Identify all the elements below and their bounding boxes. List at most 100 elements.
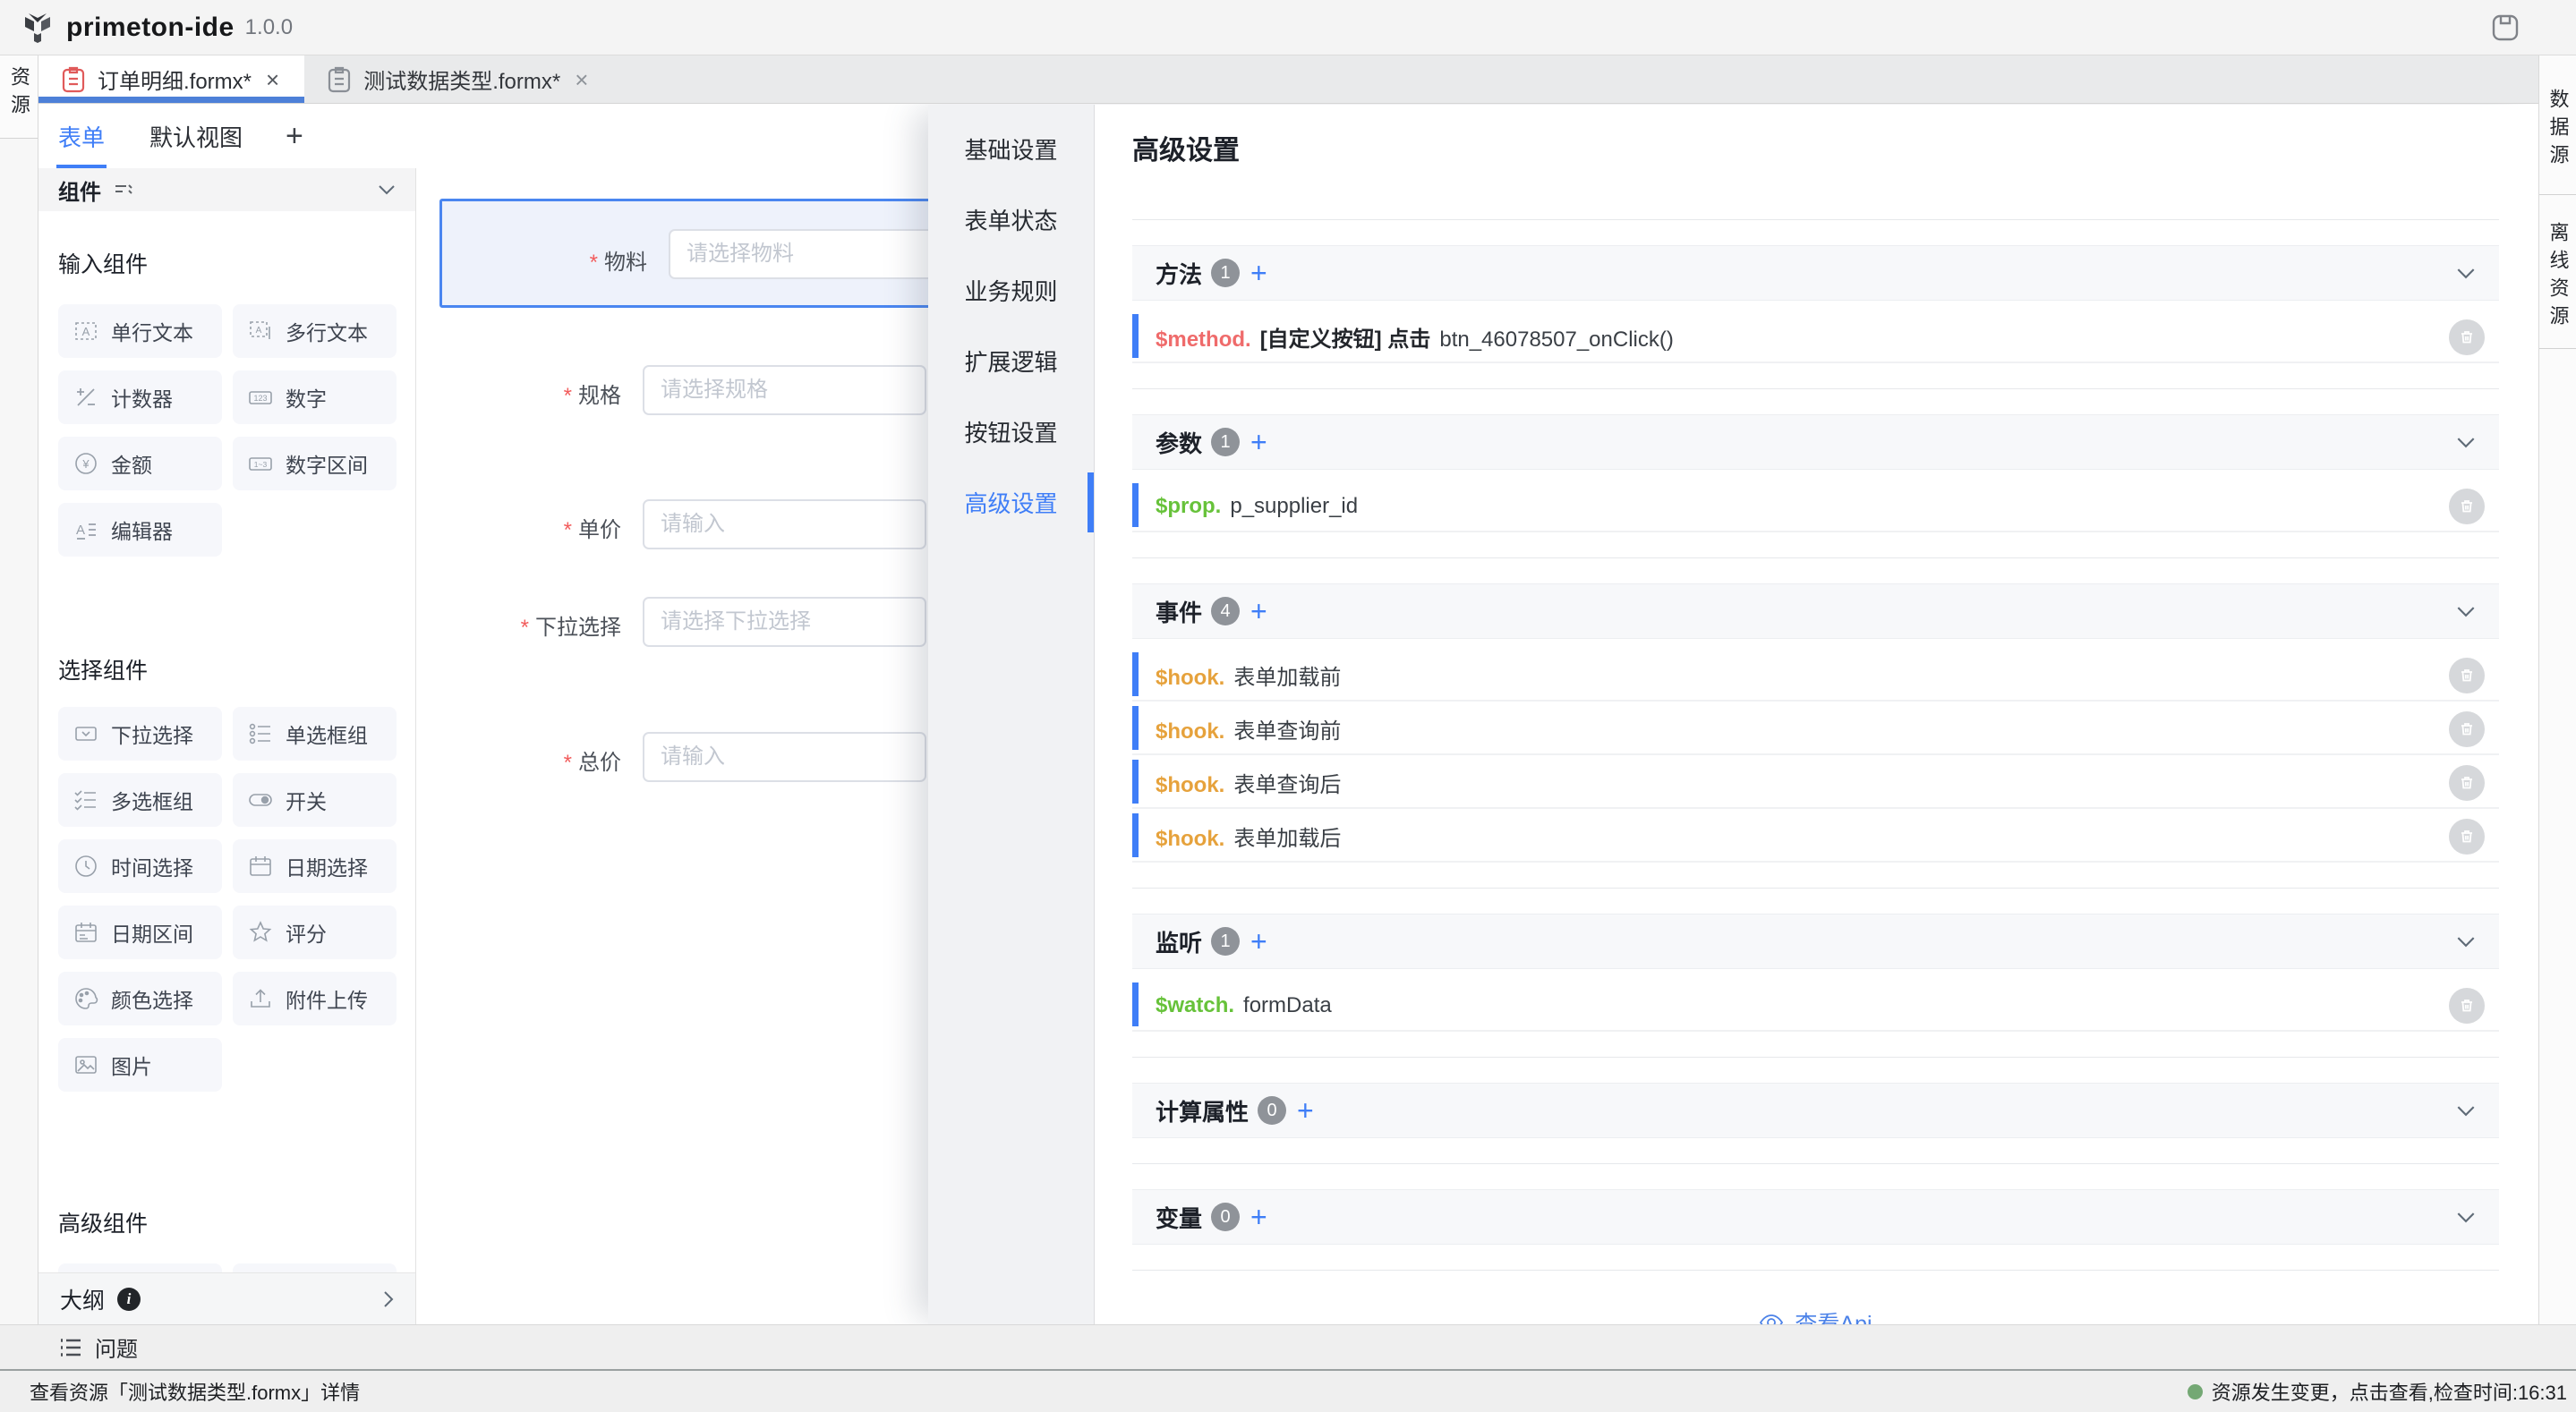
field-label: *总价	[416, 744, 621, 776]
delete-icon[interactable]	[2449, 819, 2485, 855]
component-item[interactable]: A 单行文本	[58, 304, 222, 358]
component-item[interactable]: 日期选择	[233, 839, 397, 893]
section-header-methods[interactable]: 方法 1 +	[1132, 245, 2499, 301]
save-layout-icon[interactable]	[2490, 13, 2521, 43]
menu-item-business-rules[interactable]: 业务规则	[928, 255, 1094, 326]
app-window: primeton-ide 1.0.0 资源	[0, 0, 2576, 1412]
delete-icon[interactable]	[2449, 765, 2485, 801]
offline-resources-rail-tab[interactable]: 离线资源	[2539, 195, 2576, 349]
close-tab-icon[interactable]: ×	[573, 68, 590, 91]
field-input-spec[interactable]	[643, 365, 926, 415]
status-left-text[interactable]: 查看资源「测试数据类型.formx」详情	[30, 1377, 360, 1406]
component-item[interactable]: 计数器	[58, 370, 222, 424]
tab-form[interactable]: 表单	[56, 104, 107, 169]
param-item[interactable]: $prop.p_supplier_id	[1132, 481, 2499, 532]
file-tab-test-datatypes[interactable]: 测试数据类型.formx* ×	[304, 55, 613, 103]
number-icon: 123	[247, 384, 274, 411]
field-input-dropdown[interactable]	[643, 597, 926, 647]
field-input-material[interactable]	[669, 229, 952, 279]
delete-icon[interactable]	[2449, 658, 2485, 693]
component-item[interactable]: ¥ 金额	[58, 437, 222, 490]
delete-icon[interactable]	[2449, 319, 2485, 355]
close-tab-icon[interactable]: ×	[264, 68, 281, 91]
editor-content: 表单 默认视图 + 组件	[38, 104, 2538, 1324]
component-item[interactable]: 评分	[233, 906, 397, 959]
resources-rail-tab[interactable]: 资源	[0, 55, 38, 139]
chevron-down-icon[interactable]	[2456, 606, 2476, 617]
tab-default-view[interactable]: 默认视图	[148, 104, 244, 169]
section-header-variables[interactable]: 变量 0 +	[1132, 1189, 2499, 1245]
component-item[interactable]: A 编辑器	[58, 503, 222, 557]
event-item[interactable]: $hook.表单加载后	[1132, 812, 2499, 863]
count-badge: 0	[1211, 1203, 1240, 1231]
method-item[interactable]: $method.[自定义按钮] 点击btn_46078507_onClick()	[1132, 312, 2499, 363]
settings-overlay: 基础设置 表单状态 业务规则 扩展逻辑 按钮设置 高级设置 高级设置 方法	[928, 105, 2538, 1324]
datasource-rail-tab[interactable]: 数据源	[2539, 55, 2576, 195]
chevron-down-icon[interactable]	[2456, 268, 2476, 279]
menu-item-advanced-settings[interactable]: 高级设置	[928, 467, 1094, 538]
group-title-input: 输入组件	[58, 247, 396, 279]
component-item[interactable]: 附件上传	[233, 972, 397, 1025]
component-item[interactable]: 单选框组	[233, 707, 397, 761]
watcher-item[interactable]: $watch.formData	[1132, 981, 2499, 1032]
date-range-icon	[73, 919, 99, 946]
add-watcher-icon[interactable]: +	[1250, 927, 1267, 956]
component-item[interactable]: 下拉选择	[58, 707, 222, 761]
add-variable-icon[interactable]: +	[1250, 1203, 1267, 1231]
components-panel-header[interactable]: 组件	[38, 168, 415, 211]
event-item[interactable]: $hook.表单加载前	[1132, 651, 2499, 702]
event-item[interactable]: $hook.表单查询后	[1132, 758, 2499, 809]
money-icon: ¥	[73, 450, 99, 477]
component-item[interactable]: A 多行文本	[233, 304, 397, 358]
menu-item-button-settings[interactable]: 按钮设置	[928, 396, 1094, 467]
chevron-down-icon[interactable]	[2456, 1212, 2476, 1223]
section-header-computed[interactable]: 计算属性 0 +	[1132, 1083, 2499, 1138]
chevron-down-icon[interactable]	[2456, 1105, 2476, 1117]
delete-icon[interactable]	[2449, 489, 2485, 524]
component-item-partial[interactable]	[58, 1263, 222, 1272]
component-item[interactable]: 多选框组	[58, 773, 222, 827]
number-range-icon: 1~3	[247, 450, 274, 477]
chevron-down-icon[interactable]	[2456, 936, 2476, 948]
required-asterisk: *	[521, 616, 529, 640]
component-item[interactable]: 颜色选择	[58, 972, 222, 1025]
section-header-params[interactable]: 参数 1 +	[1132, 414, 2499, 470]
component-item[interactable]: 123 数字	[233, 370, 397, 424]
menu-item-form-state[interactable]: 表单状态	[928, 184, 1094, 255]
delete-icon[interactable]	[2449, 988, 2485, 1024]
file-tab-order-detail[interactable]: 订单明细.formx* ×	[38, 55, 304, 103]
component-item[interactable]: 1~3 数字区间	[233, 437, 397, 490]
delete-icon[interactable]	[2449, 711, 2485, 747]
outline-toggle[interactable]: 大纲 i	[38, 1272, 415, 1324]
component-item[interactable]: 时间选择	[58, 839, 222, 893]
section-header-watchers[interactable]: 监听 1 +	[1132, 914, 2499, 969]
component-item[interactable]: 图片	[58, 1038, 222, 1092]
menu-item-extension-logic[interactable]: 扩展逻辑	[928, 326, 1094, 396]
add-param-icon[interactable]: +	[1250, 428, 1267, 456]
add-method-icon[interactable]: +	[1250, 259, 1267, 287]
field-input-total-price[interactable]	[643, 732, 926, 782]
problems-bar[interactable]: 问题	[0, 1324, 2576, 1369]
count-badge: 1	[1211, 927, 1240, 956]
field-input-unit-price[interactable]	[643, 499, 926, 549]
section-header-events[interactable]: 事件 4 +	[1132, 583, 2499, 639]
file-icon-red	[62, 66, 85, 93]
resource-change-status[interactable]: 资源发生变更，点击查看,检查时间:16:31	[2188, 1377, 2567, 1406]
add-view-icon[interactable]: +	[286, 119, 303, 154]
add-event-icon[interactable]: +	[1250, 597, 1267, 625]
count-badge: 1	[1211, 259, 1240, 287]
svg-text:A: A	[256, 326, 262, 336]
component-item-partial[interactable]	[233, 1263, 397, 1272]
chevron-down-icon[interactable]	[378, 184, 396, 195]
event-item[interactable]: $hook.表单查询前	[1132, 704, 2499, 755]
time-picker-icon	[73, 853, 99, 880]
selected-field-wrapper[interactable]: *物料	[439, 199, 932, 308]
chevron-down-icon[interactable]	[2456, 437, 2476, 448]
menu-item-basic-settings[interactable]: 基础设置	[928, 114, 1094, 184]
component-item[interactable]: 日期区间	[58, 906, 222, 959]
view-api-link[interactable]: 查看Api	[1132, 1306, 2499, 1324]
settings-title: 高级设置	[1132, 128, 2499, 167]
component-item[interactable]: 开关	[233, 773, 397, 827]
add-computed-icon[interactable]: +	[1297, 1096, 1314, 1125]
required-asterisk: *	[564, 384, 572, 408]
